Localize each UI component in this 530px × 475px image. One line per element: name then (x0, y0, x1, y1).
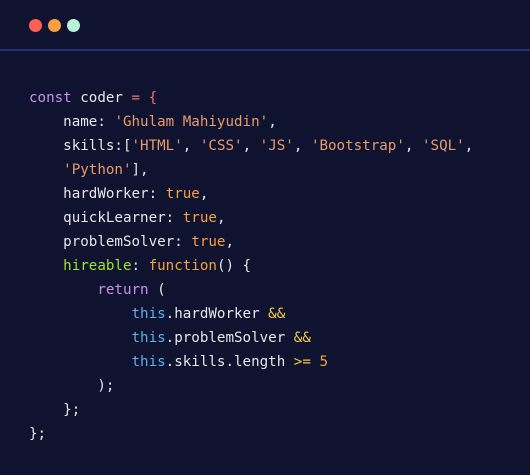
code-line: this.hardWorker && (29, 302, 473, 326)
code-token: 'Ghulam Mahiyudin' (114, 114, 269, 130)
code-token: 5 (319, 354, 328, 370)
code-token: name (29, 114, 98, 130)
maximize-window-button[interactable] (67, 19, 80, 32)
code-token: 'SQL' (422, 138, 465, 154)
code-token: ], (131, 162, 149, 178)
code-token: return (29, 282, 149, 298)
code-line: quickLearner: true, (29, 206, 473, 230)
code-token: , (216, 210, 226, 226)
code-token: () { (216, 258, 252, 274)
code-token: hardWorker (29, 186, 149, 202)
code-token: && (268, 306, 286, 322)
code-line: ); (29, 374, 473, 398)
code-token: , (182, 138, 200, 154)
code-token: problemSolver (29, 234, 175, 250)
code-token: .problemSolver (165, 330, 294, 346)
code-token: , (268, 114, 277, 130)
code-line: }; (29, 422, 473, 446)
code-token: const (29, 90, 72, 106)
code-token: = { (131, 90, 158, 106)
code-token: 'HTML' (131, 138, 183, 154)
code-line: hireable: function() { (29, 254, 473, 278)
code-token: : (174, 234, 192, 250)
code-token: ( (148, 282, 166, 298)
code-token: : (131, 258, 149, 274)
code-token: hireable (29, 258, 132, 274)
code-line: problemSolver: true, (29, 230, 473, 254)
code-line: name: 'Ghulam Mahiyudin', (29, 110, 473, 134)
code-token: this (29, 354, 166, 370)
code-window: const coder = { name: 'Ghulam Mahiyudin'… (0, 0, 530, 475)
code-token: ); (29, 378, 115, 394)
code-token: , (225, 234, 235, 250)
code-token: , (404, 138, 422, 154)
code-token: , (464, 138, 474, 154)
code-token: : (165, 210, 183, 226)
code-token: >= (293, 354, 311, 370)
code-line: const coder = { (29, 86, 473, 110)
window-titlebar (0, 0, 530, 51)
code-token: , (199, 186, 209, 202)
code-line: return ( (29, 278, 473, 302)
code-token: }; (29, 402, 81, 418)
code-token: this (29, 306, 166, 322)
code-line: }; (29, 398, 473, 422)
code-token: : (148, 186, 166, 202)
code-line: hardWorker: true, (29, 182, 473, 206)
code-token: true (191, 234, 226, 250)
code-token: true (165, 186, 200, 202)
code-line: this.skills.length >= 5 (29, 350, 473, 374)
close-window-button[interactable] (29, 19, 42, 32)
code-token: , (293, 138, 311, 154)
code-token: 'CSS' (199, 138, 243, 154)
code-token: .skills.length (165, 354, 294, 370)
code-token: 'JS' (259, 138, 294, 154)
code-token: quickLearner (29, 210, 166, 226)
code-token: : (97, 114, 115, 130)
code-token: , (242, 138, 260, 154)
code-token: .hardWorker (165, 306, 269, 322)
code-token: this (29, 330, 166, 346)
code-token: && (293, 330, 311, 346)
code-token: true (182, 210, 217, 226)
code-token: 'Python' (63, 162, 132, 178)
code-token: skills (29, 138, 115, 154)
code-token: 'Bootstrap' (310, 138, 405, 154)
code-line: this.problemSolver && (29, 326, 473, 350)
minimize-window-button[interactable] (48, 19, 61, 32)
code-line: skills:['HTML', 'CSS', 'JS', 'Bootstrap'… (29, 134, 473, 158)
code-block: const coder = { name: 'Ghulam Mahiyudin'… (29, 86, 473, 446)
code-line: 'Python'], (29, 158, 473, 182)
code-token: coder (71, 90, 132, 106)
code-token: :[ (114, 138, 132, 154)
code-token: }; (29, 426, 47, 442)
code-token: function (148, 258, 217, 274)
